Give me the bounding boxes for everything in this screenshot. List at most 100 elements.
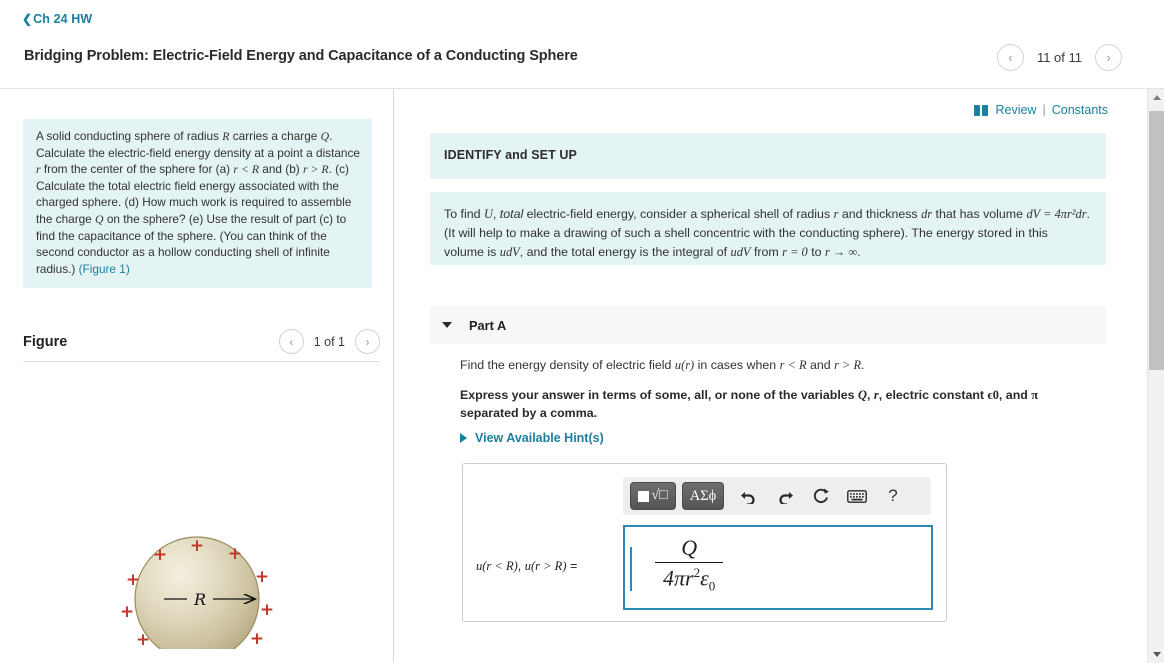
problem-var-Q2: Q — [95, 211, 104, 226]
undo-arrow-icon[interactable] — [734, 482, 764, 510]
setup-eq-dV: dV = 4πr²dr — [1026, 207, 1087, 221]
part-a-instruction: Express your answer in terms of some, al… — [460, 386, 1090, 422]
figure-header: Figure ‹ 1 of 1 › — [23, 329, 380, 354]
label-equals: = — [566, 559, 578, 573]
setup-limit-rinf: r → ∞ — [824, 245, 858, 259]
ins-t5: separated by a comma. — [460, 406, 598, 420]
setup-var-udV-2: udV — [730, 245, 751, 259]
q-cond-gt: r > R — [834, 358, 862, 372]
ins-t2: , — [866, 388, 874, 402]
scroll-up-arrow-icon[interactable] — [1148, 89, 1164, 106]
setup-word-total: total — [499, 207, 524, 221]
q-func-ur: u(r) — [674, 358, 695, 372]
redo-arrow-icon[interactable] — [770, 482, 800, 510]
radical-icon: √□ — [651, 488, 668, 503]
part-a-question: Find the energy density of electric fiel… — [460, 356, 1090, 374]
scroll-down-arrow-icon[interactable] — [1148, 646, 1164, 663]
figure-image-charged-sphere[interactable]: + + + + + + + + + + + + R — [23, 379, 380, 663]
svg-text:+: + — [190, 536, 204, 556]
problem-statement: A solid conducting sphere of radius R ca… — [23, 119, 372, 289]
problem-text-2: carries a charge — [229, 129, 321, 143]
problem-var-Q: Q — [320, 129, 330, 143]
pager-prev-button[interactable]: ‹ — [996, 44, 1024, 71]
setup-t10: . — [857, 245, 861, 259]
svg-text:+: + — [120, 602, 134, 622]
review-constants-bar: Review | Constants — [974, 103, 1108, 117]
scroll-thumb[interactable] — [1149, 111, 1164, 370]
view-hints-toggle[interactable]: View Available Hint(s) — [460, 431, 604, 445]
figure-prev-button[interactable]: ‹ — [278, 329, 304, 354]
left-panel: A solid conducting sphere of radius R ca… — [0, 89, 393, 663]
right-panel: Review | Constants IDENTIFY and SET UP T… — [394, 89, 1134, 663]
problem-text-5: and (b) — [259, 162, 303, 177]
q-t1: Find the energy density of electric fiel… — [460, 358, 675, 372]
constants-link[interactable]: Constants — [1052, 103, 1108, 117]
breadcrumb-label: Ch 24 HW — [33, 12, 93, 26]
fraction-numerator: Q — [681, 535, 698, 560]
identify-setup-band: IDENTIFY and SET UP — [430, 133, 1106, 179]
q-t4: . — [861, 358, 865, 372]
triangle-down-icon[interactable] — [442, 322, 452, 328]
problem-text-1: A solid conducting sphere of radius — [36, 129, 223, 143]
page-title: Bridging Problem: Electric-Field Energy … — [24, 48, 578, 64]
keyboard-icon[interactable] — [842, 482, 872, 510]
ins-var-Q: Q — [858, 388, 867, 402]
book-icon — [974, 104, 989, 116]
chevron-left-icon: ❮ — [22, 12, 33, 26]
breadcrumb-ch24hw[interactable]: ❮Ch 24 HW — [22, 12, 92, 26]
pager-count: 11 of 11 — [1036, 50, 1082, 65]
answer-entry-container: √□ ΑΣϕ ? u(r < R), u(r > R) = Q 4πr2ε0 — [462, 463, 947, 622]
part-a-header[interactable]: Part A — [430, 306, 1106, 344]
den-epsilon-subscript: 0 — [708, 578, 716, 594]
figure-pager-count: 1 of 1 — [313, 334, 345, 349]
pager-next-button[interactable]: › — [1095, 44, 1122, 71]
svg-text:+: + — [250, 629, 264, 649]
problem-cond-r-lt-R: r < R — [233, 162, 260, 177]
template-radical-button[interactable]: √□ — [630, 482, 676, 510]
den-epsilon: ε — [700, 565, 709, 591]
svg-text:+: + — [153, 545, 167, 565]
setup-t9: to — [807, 245, 825, 259]
setup-t1: To find — [444, 207, 484, 221]
fraction-denominator: 4πr2ε0 — [655, 563, 723, 595]
ins-var-eps0: ϵ0 — [987, 388, 999, 402]
setup-t5: that has volume — [932, 207, 1027, 221]
review-separator: | — [1042, 103, 1046, 117]
svg-text:+: + — [126, 570, 140, 590]
assignment-pager: ‹ 11 of 11 › — [996, 44, 1122, 71]
q-t2: in cases when — [694, 358, 780, 372]
math-editor-toolbar: √□ ΑΣϕ ? — [623, 477, 931, 515]
filled-square-icon — [638, 490, 650, 502]
setup-t7: , and the total energy is the integral o… — [519, 245, 731, 259]
label-u-lt: u(r < R) — [476, 559, 518, 573]
review-link[interactable]: Review — [995, 103, 1036, 117]
vertical-scrollbar[interactable] — [1147, 89, 1164, 663]
help-question-icon[interactable]: ? — [878, 482, 908, 510]
label-u-gt: u(r > R) — [524, 559, 567, 573]
svg-text:+: + — [228, 544, 242, 564]
q-cond-lt: r < R — [779, 358, 807, 372]
setup-var-dr: dr — [921, 207, 933, 221]
answer-field-label: u(r < R), u(r > R) = — [476, 559, 577, 574]
setup-var-udV-1: udV — [499, 245, 520, 259]
figure-1-link[interactable]: (Figure 1) — [79, 262, 130, 276]
setup-t3: electric-field energy, consider a spheri… — [523, 207, 834, 221]
svg-text:+: + — [255, 567, 269, 587]
setup-explanation-band: To find U, total electric-field energy, … — [430, 192, 1106, 265]
setup-t2: , — [492, 207, 500, 221]
figure-next-button[interactable]: › — [355, 329, 380, 354]
setup-t4: and thickness — [838, 207, 922, 221]
reset-circular-arrow-icon[interactable] — [806, 482, 836, 510]
ins-var-pi: π — [1031, 388, 1039, 402]
setup-var-U: U — [483, 207, 493, 221]
figure-pager: ‹ 1 of 1 › — [278, 329, 380, 354]
q-t3: and — [806, 358, 835, 372]
greek-symbols-button[interactable]: ΑΣϕ — [682, 482, 724, 510]
ins-t3: , electric constant — [878, 388, 988, 402]
problem-cond-r-gt-R: r > R — [302, 162, 329, 177]
answer-input-field[interactable]: Q 4πr2ε0 — [623, 525, 933, 610]
svg-text:+: + — [136, 630, 150, 649]
ins-t1: Express your answer in terms of some, al… — [460, 388, 859, 402]
label-comma: , — [517, 559, 525, 573]
answer-fraction-expression: Q 4πr2ε0 — [655, 535, 724, 595]
